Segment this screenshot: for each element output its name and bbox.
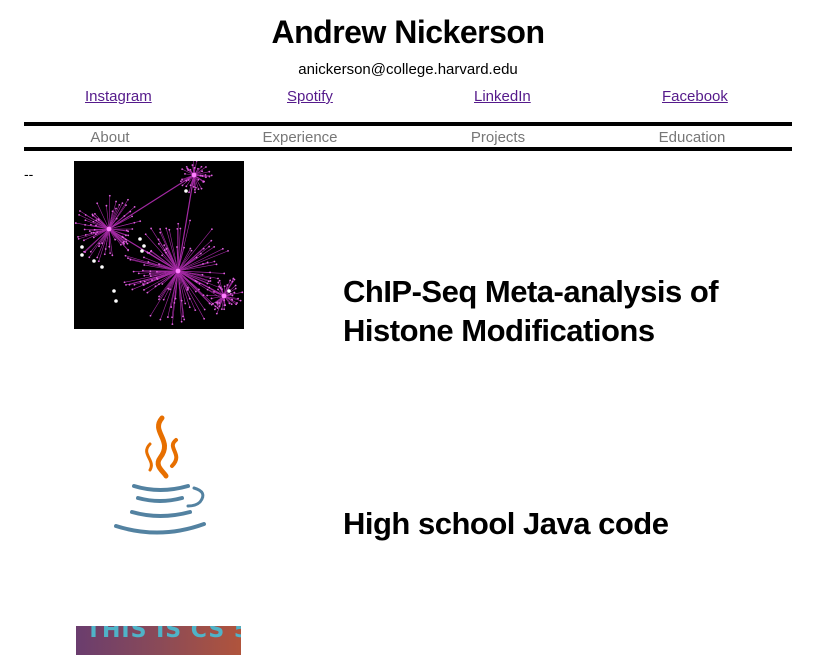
separator-text: --	[24, 166, 34, 182]
nav-about[interactable]: About	[90, 129, 129, 146]
nav-education[interactable]: Education	[659, 129, 726, 146]
cs50-image[interactable]: THIS IS CS 50	[76, 626, 241, 655]
cs50-image-text: THIS IS CS 50	[86, 626, 241, 643]
email-address: anickerson@college.harvard.edu	[298, 61, 518, 78]
project-title-java[interactable]: High school Java code	[343, 504, 763, 543]
network-graph-image	[74, 157, 244, 329]
spotify-link[interactable]: Spotify	[287, 88, 333, 105]
java-logo-icon[interactable]	[110, 414, 210, 538]
instagram-link[interactable]: Instagram	[85, 88, 152, 105]
linkedin-link[interactable]: LinkedIn	[474, 88, 531, 105]
facebook-link[interactable]: Facebook	[662, 88, 728, 105]
site-title: Andrew Nickerson	[271, 14, 545, 50]
nav-projects[interactable]: Projects	[471, 129, 525, 146]
network-graph-icon[interactable]	[74, 157, 244, 329]
project-title-chipseq[interactable]: ChIP-Seq Meta-analysis of Histone Modifi…	[343, 272, 743, 350]
social-links: Instagram Spotify LinkedIn Facebook	[0, 88, 833, 110]
nav-bar: About Experience Projects Education	[24, 122, 792, 151]
nav-experience[interactable]: Experience	[262, 129, 337, 146]
